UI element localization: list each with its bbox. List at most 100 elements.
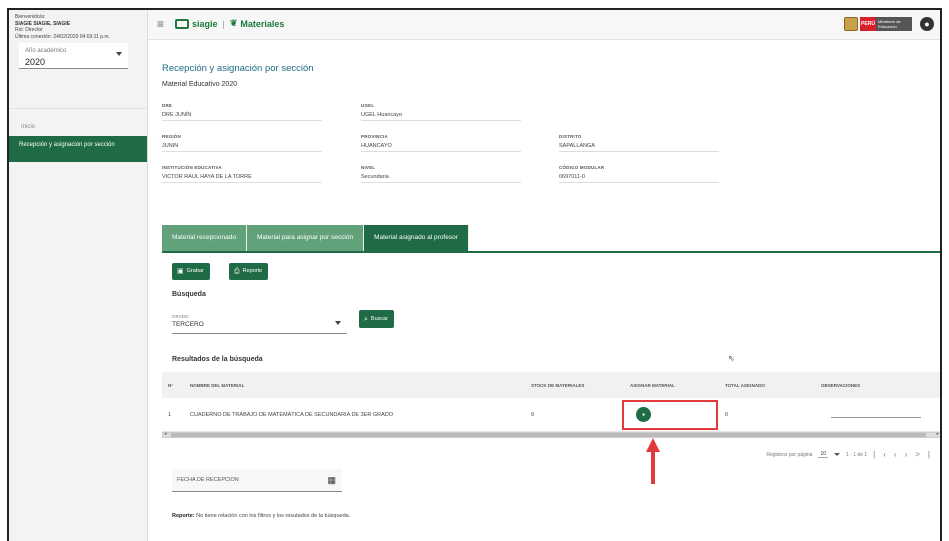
dre-field: DRE DRE JUNÍN <box>162 103 322 121</box>
horizontal-scrollbar[interactable]: ◂ ▸ <box>162 431 940 438</box>
save-icon: ▣ <box>177 268 184 275</box>
scrollbar-thumb[interactable] <box>171 433 926 437</box>
grabar-label: Grabar <box>186 268 204 274</box>
ugel-field: UGEL UGEL Huancayo <box>361 103 521 121</box>
observations-cell <box>815 412 940 418</box>
codigo-modular-label: CÓDIGO MODULAR <box>559 165 605 170</box>
column-header: OBSERVACIONES <box>821 382 861 388</box>
grado-label: GRADO <box>172 314 189 319</box>
brand-separator: | <box>222 18 225 29</box>
chevron-down-icon[interactable] <box>834 453 841 456</box>
mouse-cursor-icon: ⇖ <box>728 354 735 363</box>
academic-year-select[interactable]: Año académico 2020 <box>19 43 128 69</box>
highlight-box <box>622 400 718 430</box>
tab-bar: Material recepcionado Material para asig… <box>162 225 469 251</box>
page-title: Recepción y asignación por sección <box>162 63 314 74</box>
results-heading: Resultados de la búsqueda <box>172 356 263 363</box>
sidebar-item-recepcion[interactable]: Recepción y asignación por sección <box>9 136 147 162</box>
fecha-recepcion-field[interactable]: FECHA DE RECEPCION ▦ <box>172 469 342 492</box>
grado-select[interactable]: GRADO TERCERO <box>172 311 347 334</box>
calendar-icon[interactable]: ▦ <box>327 475 336 486</box>
last-login: Última conexión: 24/02/2020 04:03:11 p.m… <box>15 33 110 40</box>
tab-underline <box>162 251 940 253</box>
page-navigation-icons[interactable]: |‹‹›>| <box>873 450 938 459</box>
tab-material-recepcionado[interactable]: Material recepcionado <box>162 225 247 251</box>
grado-value: TERCERO <box>172 321 204 328</box>
ministry-label: Ministerio de Educación <box>876 17 912 31</box>
nivel-field: NIVEL Secundaria <box>361 165 521 183</box>
report-note-text: No tiene relación con los filtros y los … <box>194 513 351 519</box>
material-stock: 9 <box>531 411 535 418</box>
grabar-button[interactable]: ▣ Grabar <box>172 263 210 280</box>
column-header: N° <box>168 382 174 388</box>
reporte-label: Reporte <box>242 268 263 274</box>
siagie-logo-icon <box>175 18 189 29</box>
sidebar: Bienvenido/a: SIAGIE SIAGIE, SIAGIE Rol:… <box>9 10 148 541</box>
country-label: PERÚ <box>860 17 876 31</box>
column-header: ASIGNAR MATERIAL <box>630 382 675 388</box>
table-row: 1 CUADERNO DE TRABAJO DE MATEMÁTICA DE S… <box>162 398 940 432</box>
academic-year-label: Año académico <box>25 48 67 54</box>
report-note: Reporte: No tiene relación con los filtr… <box>172 513 350 519</box>
observations-input[interactable] <box>831 412 921 418</box>
buscar-button[interactable]: ⌕ Buscar <box>359 310 395 328</box>
page-size-select[interactable]: 10 <box>818 451 829 458</box>
reporte-button[interactable]: ⎙ Reporte <box>229 263 269 280</box>
app-brand[interactable]: siagie | ❦ Materiales <box>175 18 284 29</box>
print-icon: ⎙ <box>234 268 240 275</box>
sidebar-item-inicio[interactable]: Inicio <box>21 124 35 130</box>
app-name: siagie <box>192 18 218 29</box>
material-name: CUADERNO DE TRABAJO DE MATEMÁTICA DE SEC… <box>190 411 394 418</box>
total-assigned: 0 <box>725 411 729 418</box>
government-logo: PERÚ Ministerio de Educación <box>844 17 912 31</box>
codigo-modular-value: 0697011-0 <box>559 174 585 180</box>
tab-material-por-seccion[interactable]: Material para asignar por sección <box>246 225 365 251</box>
assign-cell: ▪ <box>622 398 719 431</box>
search-icon: ⌕ <box>364 315 368 323</box>
top-bar: ≡ siagie | ❦ Materiales PERÚ Ministerio … <box>148 10 940 40</box>
region-field: REGIÓN JUNIN <box>162 134 322 152</box>
distrito-value: SAPALLANGA <box>559 143 595 149</box>
paginator: Registros por página 10 1 - 1 de 1 |‹‹›>… <box>766 450 938 459</box>
buscar-label: Buscar <box>370 315 389 322</box>
region-label: REGIÓN <box>162 134 181 139</box>
chevron-down-icon <box>335 321 341 325</box>
distrito-label: DISTRITO <box>559 134 582 139</box>
page-range: 1 - 1 de 1 <box>846 451 868 458</box>
materials-icon: ❦ <box>229 18 238 28</box>
coat-of-arms-icon <box>844 17 858 31</box>
region-value: JUNIN <box>162 143 179 149</box>
scroll-left-icon[interactable]: ◂ <box>164 431 167 437</box>
page-size-label: Registros por página <box>766 451 813 458</box>
ugel-label: UGEL <box>361 103 375 108</box>
provincia-label: PROVINCIA <box>361 134 388 139</box>
user-account-icon[interactable]: ● <box>920 17 934 31</box>
page-subtitle: Material Educativo 2020 <box>162 81 238 88</box>
module-name: Materiales <box>240 18 285 29</box>
column-header: NOMBRE DEL MATERIAL <box>190 382 245 388</box>
provincia-value: HUANCAYO <box>361 143 392 149</box>
search-heading: Búsqueda <box>172 291 206 298</box>
institucion-label: INSTITUCIÓN EDUCATIVA <box>162 165 222 170</box>
column-header: STOCK DE MATERIALES <box>531 382 585 388</box>
institucion-field: INSTITUCIÓN EDUCATIVA VICTOR RAUL HAYA D… <box>162 165 322 183</box>
fecha-recepcion-label: FECHA DE RECEPCION <box>177 477 239 483</box>
institucion-value: VICTOR RAUL HAYA DE LA TORRE <box>162 174 252 180</box>
app-window: Bienvenido/a: SIAGIE SIAGIE, SIAGIE Rol:… <box>7 8 942 541</box>
tab-material-asignado-profesor[interactable]: Material asignado al profesor <box>364 225 469 251</box>
results-table: N° NOMBRE DEL MATERIAL STOCK DE MATERIAL… <box>162 372 940 438</box>
user-info: Bienvenido/a: SIAGIE SIAGIE, SIAGIE Rol:… <box>9 10 147 40</box>
hamburger-icon[interactable]: ≡ <box>157 18 164 30</box>
nivel-label: NIVEL <box>361 165 376 170</box>
dre-value: DRE JUNÍN <box>162 112 192 118</box>
scroll-right-icon[interactable]: ▸ <box>936 431 939 437</box>
column-header: TOTAL ASIGNADO <box>725 382 765 388</box>
report-note-title: Reporte: <box>172 513 195 519</box>
provincia-field: PROVINCIA HUANCAYO <box>361 134 521 152</box>
distrito-field: DISTRITO SAPALLANGA <box>559 134 719 152</box>
row-number: 1 <box>168 411 172 418</box>
ugel-value: UGEL Huancayo <box>361 112 403 118</box>
sidebar-divider <box>9 108 148 109</box>
table-header: N° NOMBRE DEL MATERIAL STOCK DE MATERIAL… <box>162 372 940 398</box>
nivel-value: Secundaria <box>361 174 389 180</box>
